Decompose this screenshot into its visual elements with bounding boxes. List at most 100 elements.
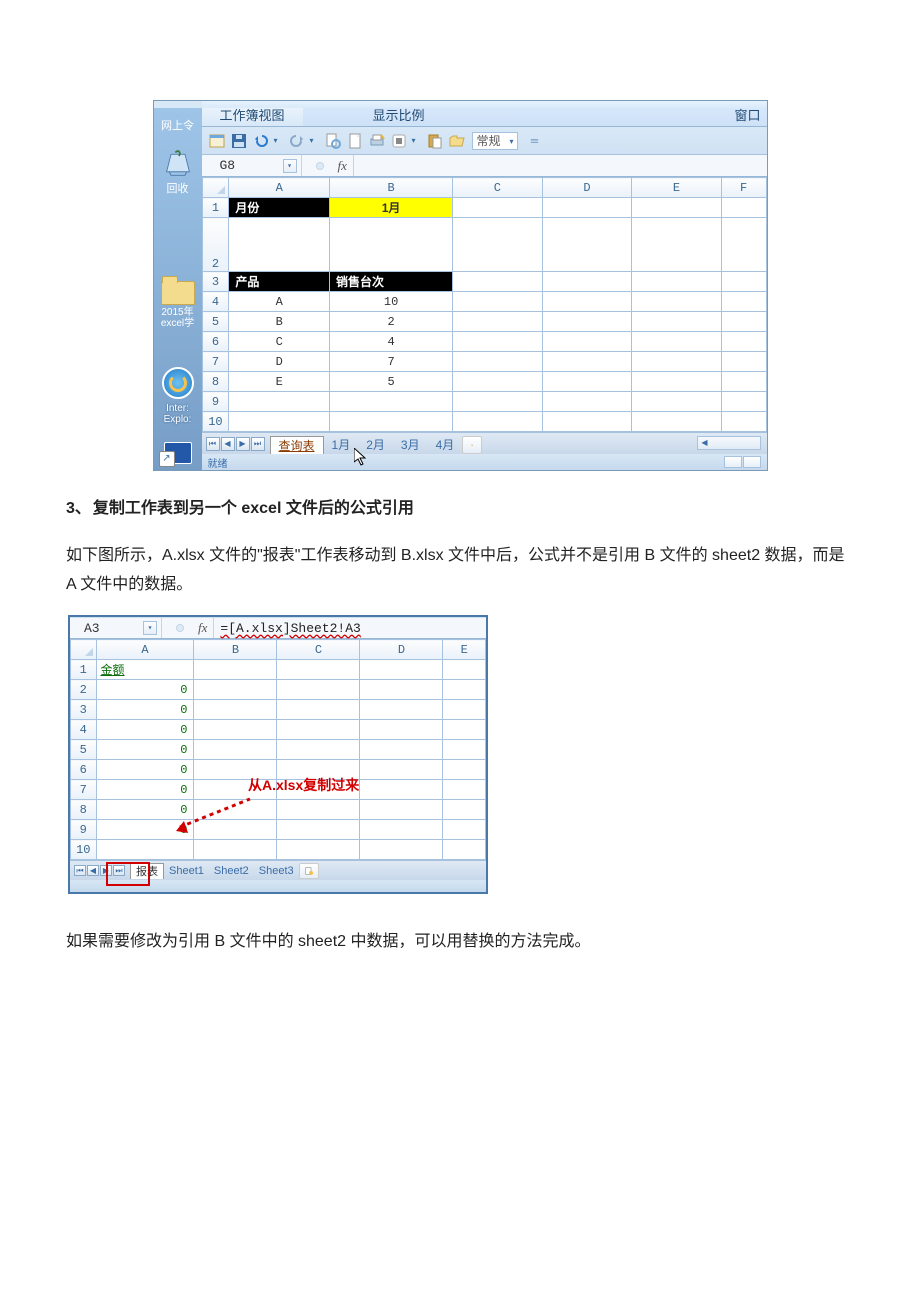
sheet-tab[interactable]: Sheet3 (254, 863, 299, 879)
print-preview-icon[interactable] (324, 132, 342, 150)
folder-icon[interactable] (158, 278, 198, 308)
row-header[interactable]: 8 (202, 372, 229, 392)
name-box-dropdown-icon[interactable] (283, 159, 297, 173)
row-header[interactable]: 5 (202, 312, 229, 332)
nav-next-icon[interactable]: ▶ (100, 865, 112, 876)
open-icon[interactable] (448, 132, 466, 150)
normal-view-icon[interactable] (208, 132, 226, 150)
col-header-F[interactable]: F (721, 178, 766, 198)
qat-overflow-icon[interactable]: ＝ (530, 133, 540, 148)
fx-icon[interactable]: fx (198, 618, 214, 638)
name-box-dropdown-icon[interactable] (143, 621, 157, 635)
col-header-C[interactable]: C (277, 640, 360, 660)
select-all-corner[interactable] (71, 640, 97, 660)
row-header[interactable]: 1 (202, 198, 229, 218)
cell-B7[interactable]: 7 (330, 352, 453, 372)
undo-dropdown-icon[interactable]: ▾ (274, 136, 281, 145)
cell-A5[interactable]: B (229, 312, 330, 332)
row-header[interactable]: 5 (71, 740, 97, 760)
horizontal-scrollbar[interactable]: ◀ (697, 436, 761, 450)
col-header-A[interactable]: A (229, 178, 330, 198)
row-header[interactable]: 7 (71, 780, 97, 800)
row-header[interactable]: 4 (202, 292, 229, 312)
col-header-B[interactable]: B (330, 178, 453, 198)
nav-first-icon[interactable]: ⏮ (206, 437, 220, 451)
cell-B1[interactable]: 1月 (330, 198, 453, 218)
view-page-icon[interactable] (743, 456, 761, 468)
save-icon[interactable] (230, 132, 248, 150)
paste-icon[interactable] (426, 132, 444, 150)
cell-A6[interactable]: 0 (96, 760, 194, 780)
cell-A8[interactable]: E (229, 372, 330, 392)
nav-last-icon[interactable]: ⏭ (251, 437, 265, 451)
row-header[interactable]: 9 (202, 392, 229, 412)
col-header-A[interactable]: A (96, 640, 194, 660)
undo-icon[interactable] (252, 132, 270, 150)
cell-A8[interactable]: 0 (96, 800, 194, 820)
sheet-tab[interactable]: Sheet2 (209, 863, 254, 879)
redo-icon[interactable] (288, 132, 306, 150)
col-header-D[interactable]: D (542, 178, 632, 198)
row-header[interactable]: 3 (202, 272, 229, 292)
sheet-tab[interactable]: 3月 (393, 436, 428, 454)
fx-icon[interactable]: fx (338, 155, 354, 176)
cell-A7[interactable]: 0 (96, 780, 194, 800)
new-doc-icon[interactable] (346, 132, 364, 150)
redo-dropdown-icon[interactable]: ▾ (310, 136, 317, 145)
row-header[interactable]: 2 (202, 218, 229, 272)
row-header[interactable]: 6 (71, 760, 97, 780)
cell-A4[interactable]: A (229, 292, 330, 312)
cell-A6[interactable]: C (229, 332, 330, 352)
cell-B8[interactable]: 5 (330, 372, 453, 392)
row-header[interactable]: 9 (71, 820, 97, 840)
select-all-corner[interactable] (202, 178, 229, 198)
col-header-E[interactable]: E (632, 178, 722, 198)
row-header[interactable]: 3 (71, 700, 97, 720)
sheet-tab-active[interactable]: 查询表 (270, 436, 324, 454)
row-header[interactable]: 8 (71, 800, 97, 820)
name-box[interactable]: G8 (202, 155, 302, 176)
cell-A2[interactable]: 0 (96, 680, 194, 700)
sheet-tab[interactable]: Sheet1 (164, 863, 209, 879)
row-header[interactable]: 6 (202, 332, 229, 352)
sheet-tab[interactable]: 2月 (358, 436, 393, 454)
cell-B5[interactable]: 2 (330, 312, 453, 332)
col-header-B[interactable]: B (194, 640, 277, 660)
new-sheet-icon[interactable] (462, 436, 482, 454)
row-header[interactable]: 1 (71, 660, 97, 680)
cell-A4[interactable]: 0 (96, 720, 194, 740)
nav-prev-icon[interactable]: ◀ (87, 865, 99, 876)
row-header[interactable]: 7 (202, 352, 229, 372)
cell-A1[interactable]: 金额 (96, 660, 194, 680)
new-sheet-icon[interactable] (299, 863, 319, 879)
sheet-tab-active[interactable]: 报表 (130, 863, 164, 879)
nav-last-icon[interactable]: ⏭ (113, 865, 125, 876)
macro-dropdown-icon[interactable]: ▾ (412, 136, 419, 145)
cell-A3[interactable]: 产品 (229, 272, 330, 292)
cell-A5[interactable]: 0 (96, 740, 194, 760)
cell-B4[interactable]: 10 (330, 292, 453, 312)
cell-A9[interactable]: 0 (96, 820, 194, 840)
cell-B3[interactable]: 销售台次 (330, 272, 453, 292)
nav-first-icon[interactable]: ⏮ (74, 865, 86, 876)
cell-A1[interactable]: 月份 (229, 198, 330, 218)
sheet-tab[interactable]: 4月 (428, 436, 463, 454)
row-header[interactable]: 10 (202, 412, 229, 432)
row-header[interactable]: 2 (71, 680, 97, 700)
name-box-2[interactable]: A3 (70, 618, 162, 638)
quick-print-icon[interactable] (368, 132, 386, 150)
cell-A7[interactable]: D (229, 352, 330, 372)
view-normal-icon[interactable] (724, 456, 742, 468)
internet-explorer-icon[interactable] (158, 368, 198, 398)
spreadsheet-grid-1[interactable]: A B C D E F 1 月份 1月 2 3 产品 销售台次 (202, 177, 767, 432)
nav-prev-icon[interactable]: ◀ (221, 437, 235, 451)
cell-A3[interactable]: 0 (96, 700, 194, 720)
sheet-tab[interactable]: 1月 (324, 436, 359, 454)
cell-B6[interactable]: 4 (330, 332, 453, 352)
row-header[interactable]: 10 (71, 840, 97, 860)
col-header-D[interactable]: D (360, 640, 443, 660)
stop-macro-icon[interactable] (390, 132, 408, 150)
col-header-C[interactable]: C (453, 178, 543, 198)
row-header[interactable]: 4 (71, 720, 97, 740)
number-format-selector[interactable]: 常规 (472, 132, 518, 150)
